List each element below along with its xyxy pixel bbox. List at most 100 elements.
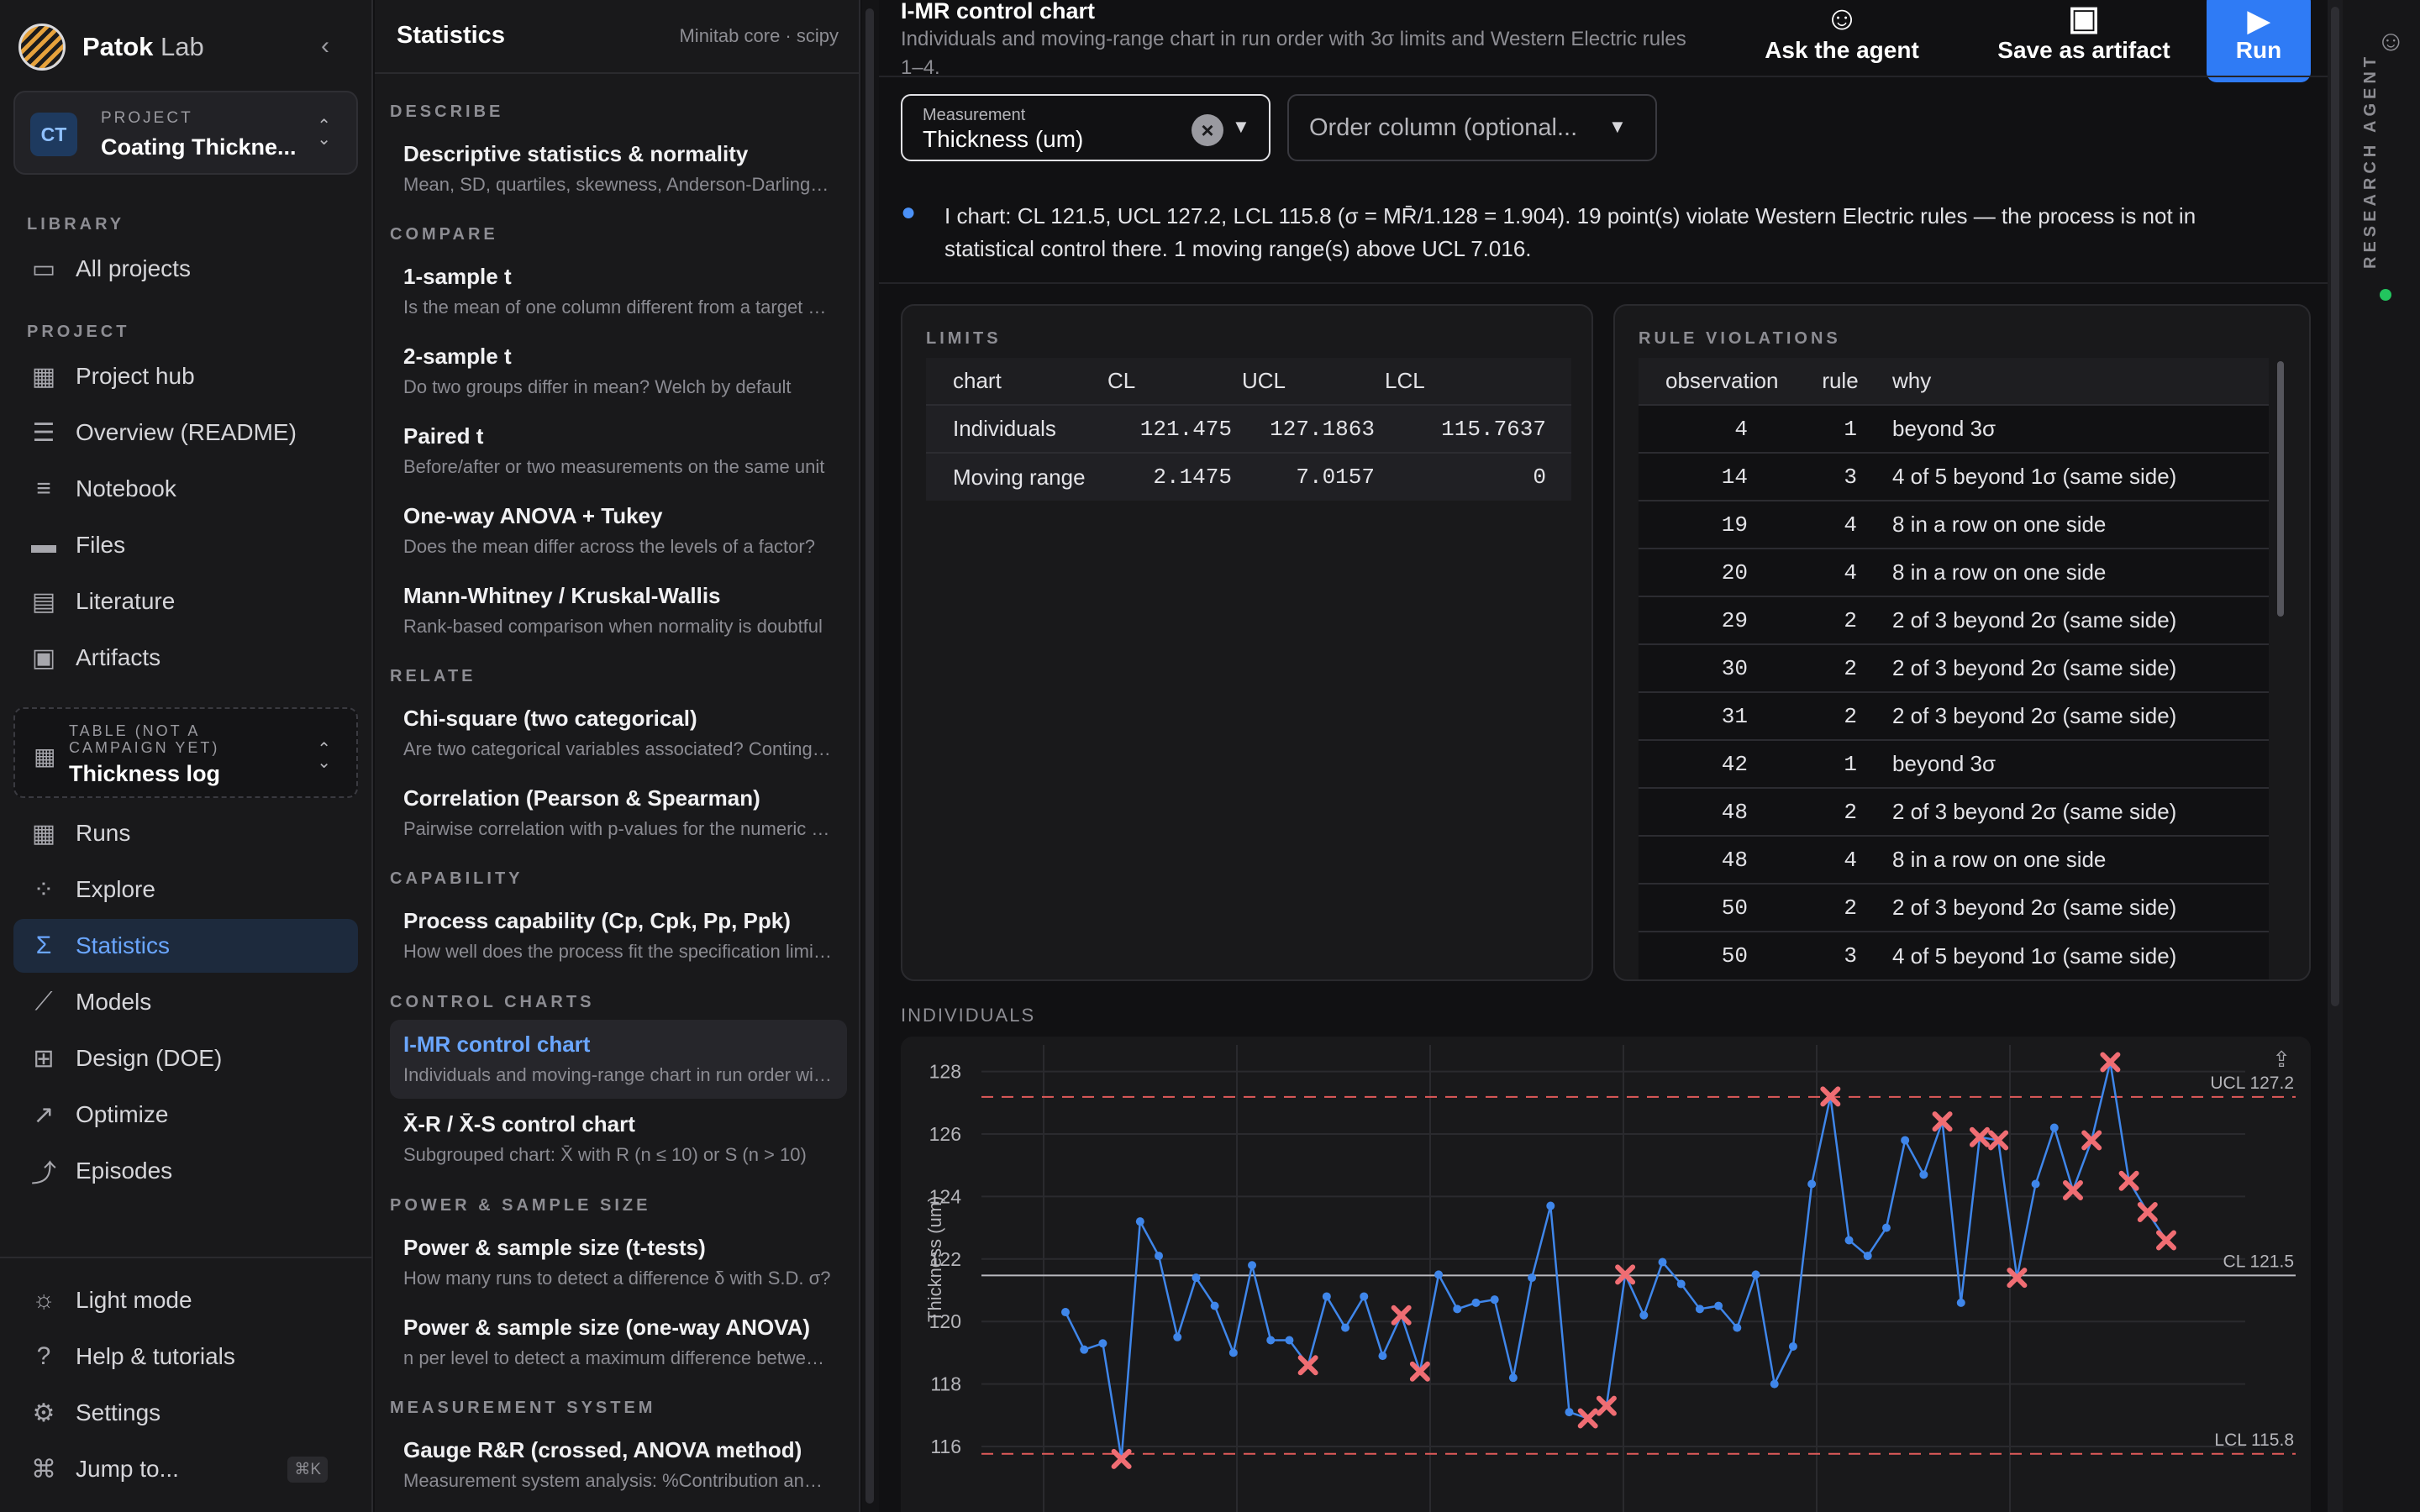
- test-chi-square[interactable]: Chi-square (two categorical) Are two cate…: [390, 694, 847, 773]
- column-header: rule: [1807, 358, 1874, 405]
- data-point: [1565, 1408, 1574, 1417]
- robot-icon[interactable]: ☺: [2376, 25, 2406, 58]
- nav-optimize[interactable]: ↗ Optimize: [13, 1088, 358, 1142]
- test-2-sample-t[interactable]: 2-sample t Do two groups differ in mean? …: [390, 332, 847, 411]
- violation-marker: [2137, 1202, 2158, 1222]
- table-cell: 19: [1639, 500, 1807, 549]
- export-icon[interactable]: ⇪: [2272, 1047, 2291, 1073]
- files-icon: ▬: [31, 531, 56, 559]
- test-gauge-rr[interactable]: Gauge R&R (crossed, ANOVA method) Measure…: [390, 1425, 847, 1504]
- data-point: [1676, 1279, 1686, 1289]
- save-icon: ▣: [2068, 0, 2100, 37]
- column-header: observation: [1639, 358, 1807, 405]
- nav-models[interactable]: ⟋ Models: [13, 975, 358, 1029]
- ask-agent-button[interactable]: ☺ Ask the agent: [1758, 0, 1926, 76]
- nav-episodes[interactable]: ⤴ Episodes: [13, 1144, 358, 1198]
- table-cell: 30: [1639, 643, 1807, 692]
- design-grid-icon: ⊞: [33, 1044, 55, 1073]
- main-scrollbar[interactable]: [2331, 7, 2339, 1006]
- brand[interactable]: Patok Lab: [18, 22, 204, 72]
- test-paired-t[interactable]: Paired t Before/after or two measurements…: [390, 412, 847, 491]
- divider: [879, 76, 2328, 77]
- test-xbar-chart[interactable]: X̄-R / X̄-S control chart Subgrouped char…: [390, 1100, 847, 1179]
- nav-artifacts[interactable]: ▣ Artifacts: [13, 631, 358, 685]
- research-agent-label[interactable]: RESEARCH AGENT: [2361, 53, 2381, 269]
- violation-marker: [2081, 1130, 2102, 1151]
- data-point: [1248, 1261, 1257, 1270]
- data-point: [1360, 1292, 1369, 1301]
- test-power-anova[interactable]: Power & sample size (one-way ANOVA) n per…: [390, 1303, 847, 1382]
- data-point: [1341, 1323, 1350, 1332]
- nav-all-projects[interactable]: ▭ All projects: [13, 242, 358, 296]
- lightbulb-icon: ●: [901, 198, 917, 226]
- nav-project-hub[interactable]: ▦ Project hub: [13, 349, 358, 403]
- test-1-sample-t[interactable]: 1-sample t Is the mean of one column diff…: [390, 252, 847, 331]
- test-imr-chart[interactable]: I-MR control chart Individuals and moving…: [390, 1020, 847, 1099]
- nav-overview[interactable]: ☰ Overview (README): [13, 406, 358, 459]
- data-point: [1528, 1273, 1537, 1283]
- test-process-capability[interactable]: Process capability (Cp, Cpk, Pp, Ppk) How…: [390, 896, 847, 975]
- test-title: Chi-square (two categorical): [403, 706, 697, 731]
- data-point: [1733, 1323, 1742, 1332]
- project-kicker: PROJECT: [101, 109, 193, 127]
- nav-settings[interactable]: ⚙ Settings: [13, 1386, 358, 1440]
- chevron-down-icon[interactable]: ▼: [1232, 116, 1250, 138]
- violations-scrollbar[interactable]: [2277, 361, 2284, 617]
- measurement-select[interactable]: Measurement Thickness (um) × ▼: [901, 94, 1270, 161]
- table-row: 30 2 2 of 3 beyond 2σ (same side): [1639, 643, 2269, 692]
- nav-files[interactable]: ▬ Files: [13, 518, 358, 572]
- table-row: 19 4 8 in a row on one side: [1639, 500, 2269, 549]
- test-title: Paired t: [403, 423, 484, 449]
- test-correlation[interactable]: Correlation (Pearson & Spearman) Pairwise…: [390, 774, 847, 853]
- statistics-scrollbar[interactable]: [865, 8, 874, 1504]
- panel-subtitle: Minitab core · scipy: [679, 25, 839, 46]
- nav-statistics[interactable]: Σ Statistics: [13, 919, 358, 973]
- agent-rail: ☺ RESEARCH AGENT: [2328, 0, 2420, 1512]
- project-switcher[interactable]: CT PROJECT Coating Thickne... ⌃ ⌄: [13, 91, 358, 175]
- nav-literature[interactable]: ▤ Literature: [13, 575, 358, 628]
- section-describe: DESCRIBE: [390, 102, 504, 121]
- chart-svg: 116118120122124126128Thickness (um)UCL 1…: [924, 1045, 2296, 1512]
- nav-label: Settings: [76, 1399, 161, 1425]
- table-switcher[interactable]: ▦ TABLE (NOT A CAMPAIGN YET) Thickness l…: [13, 707, 358, 798]
- nav-design[interactable]: ⊞ Design (DOE): [13, 1032, 358, 1085]
- select-value: Thickness (um): [923, 126, 1084, 152]
- save-artifact-button[interactable]: ▣ Save as artifact: [1983, 0, 2185, 76]
- data-point: [1228, 1348, 1238, 1357]
- test-power-t[interactable]: Power & sample size (t-tests) How many ru…: [390, 1223, 847, 1302]
- nav-explore[interactable]: ⁘ Explore: [13, 863, 358, 916]
- nav-help[interactable]: ? Help & tutorials: [13, 1330, 358, 1383]
- data-point: [1155, 1252, 1164, 1261]
- order-column-select[interactable]: Order column (optional... ▼: [1287, 94, 1657, 161]
- collapse-sidebar-icon[interactable]: ‹: [321, 32, 329, 60]
- scatter-icon: ⁘: [33, 875, 55, 904]
- test-title: Power & sample size (t-tests): [403, 1235, 706, 1260]
- nav-light-mode[interactable]: ☼ Light mode: [13, 1273, 358, 1327]
- nav-label: All projects: [76, 255, 191, 281]
- run-button[interactable]: ▶ Run: [2207, 0, 2311, 82]
- table-cell: 7.0157: [1242, 452, 1385, 501]
- nav-notebook[interactable]: ≡ Notebook: [13, 462, 358, 516]
- table-kicker: TABLE (NOT A CAMPAIGN YET): [69, 722, 220, 756]
- test-descriptive[interactable]: Descriptive statistics & normality Mean, …: [390, 129, 847, 208]
- nav-jump-to[interactable]: ⌘ Jump to... ⌘K: [13, 1442, 358, 1496]
- table-row: 31 2 2 of 3 beyond 2σ (same side): [1639, 691, 2269, 740]
- sigma-icon: Σ: [35, 932, 52, 959]
- test-desc: Individuals and moving-range chart in ru…: [403, 1064, 832, 1085]
- nav-label: Notebook: [76, 475, 176, 501]
- page-description: Individuals and moving-range chart in ru…: [901, 28, 1686, 79]
- table-cell: 4: [1807, 500, 1874, 549]
- chevron-updown-icon: ⌃ ⌄: [317, 740, 331, 772]
- archive-icon: ▣: [31, 643, 56, 672]
- sun-icon: ☼: [32, 1286, 55, 1314]
- clear-icon[interactable]: ×: [1192, 114, 1223, 146]
- limits-table: chart CL UCL LCL Individuals 121.475 127…: [926, 358, 1571, 501]
- nav-runs[interactable]: ▦ Runs: [13, 806, 358, 860]
- test-title: 1-sample t: [403, 264, 512, 289]
- data-point: [1639, 1310, 1649, 1320]
- column-header: CL: [1107, 358, 1242, 405]
- test-anova-tukey[interactable]: One-way ANOVA + Tukey Does the mean diffe…: [390, 491, 847, 570]
- table-cell: 2: [1807, 787, 1874, 836]
- test-mann-whitney[interactable]: Mann-Whitney / Kruskal-Wallis Rank-based …: [390, 571, 847, 650]
- table-cell: 8 in a row on one side: [1874, 500, 2269, 549]
